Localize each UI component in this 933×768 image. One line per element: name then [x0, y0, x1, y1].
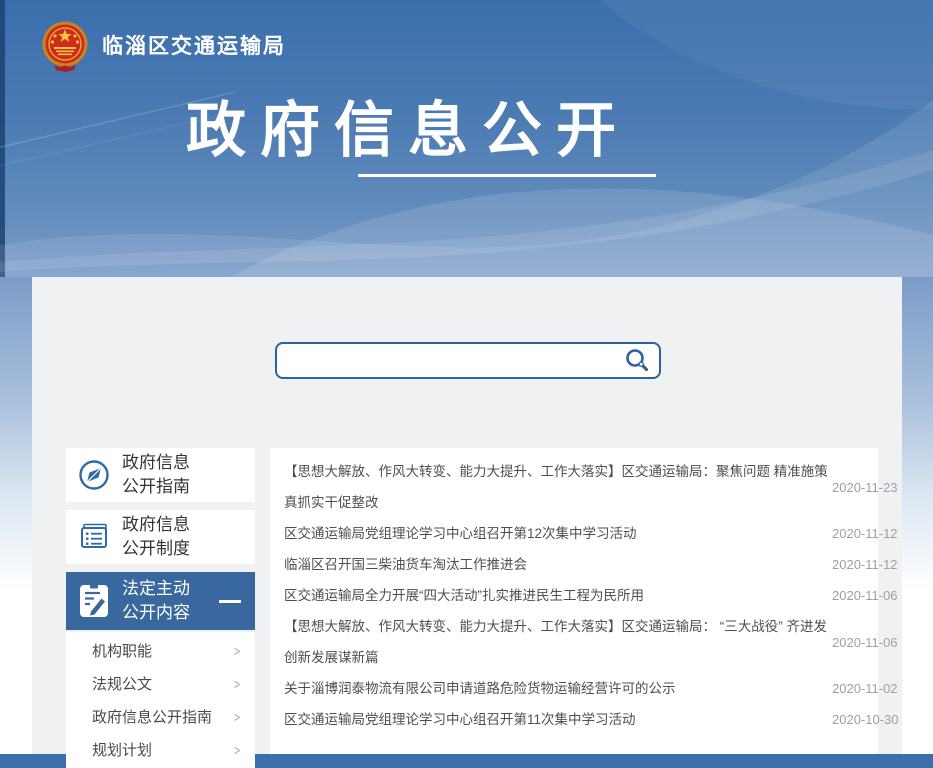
sidebar-sublinks: 机构职能 > 法规公文 > 政府信息公开指南 > 规划计划 > — [66, 632, 255, 768]
agency-name: 临淄区交通运输局 — [102, 30, 286, 60]
news-date: 2020-11-12 — [832, 526, 898, 541]
news-date: 2020-11-06 — [832, 588, 898, 603]
header-left-edge-strip — [0, 0, 5, 277]
sidebar-sublink[interactable]: 规划计划 > — [66, 733, 255, 766]
ledger-icon — [66, 519, 122, 555]
sidebar: 政府信息 公开指南 政府信息 公开制度 — [66, 448, 255, 768]
news-title-link[interactable]: 关于淄博润泰物流有限公司申请道路危险货物运输经营许可的公示 — [284, 673, 832, 704]
sidebar-sublink-label: 法规公文 — [92, 673, 152, 694]
news-date: 2020-11-02 — [832, 681, 898, 696]
chevron-right-icon: > — [234, 676, 240, 692]
sidebar-item-label: 法定主动 公开内容 — [122, 577, 190, 625]
sidebar-sublink[interactable]: 机构职能 > — [66, 634, 255, 667]
content-panel: 政府信息 公开指南 政府信息 公开制度 — [32, 277, 902, 754]
news-list-item[interactable]: 【思想大解放、作风大转变、能力大提升、工作大落实】区交通运输局：聚焦问题 精准施… — [284, 456, 860, 518]
sidebar-item-label: 政府信息 公开指南 — [122, 451, 190, 499]
sidebar-sublink[interactable]: 政府信息公开指南 > — [66, 700, 255, 733]
news-date: 2020-11-23 — [832, 480, 898, 495]
news-list-item[interactable]: 关于淄博润泰物流有限公司申请道路危险货物运输经营许可的公示 2020-11-02 — [284, 673, 860, 704]
news-title-link[interactable]: 【思想大解放、作风大转变、能力大提升、工作大落实】区交通运输局：聚焦问题 精准施… — [284, 456, 832, 518]
news-date: 2020-11-06 — [832, 635, 898, 650]
news-title-link[interactable]: 区交通运输局党组理论学习中心组召开第11次集中学习活动 — [284, 704, 832, 735]
sidebar-sublink-label: 政府信息公开指南 — [92, 706, 212, 727]
title-underline — [358, 174, 656, 177]
news-title-link[interactable]: 区交通运输局党组理论学习中心组召开第12次集中学习活动 — [284, 518, 832, 549]
chevron-right-icon: > — [234, 709, 240, 725]
sidebar-sublink-label: 机构职能 — [92, 640, 152, 661]
sidebar-sublink-label: 规划计划 — [92, 739, 152, 760]
page-title: 政府信息公开 — [186, 82, 630, 169]
news-list-item[interactable]: 区交通运输局党组理论学习中心组召开第11次集中学习活动 2020-10-30 — [284, 704, 860, 735]
news-list-item[interactable]: 【思想大解放、作风大转变、能力大提升、工作大落实】区交通运输局： “三大战役” … — [284, 611, 860, 673]
news-date: 2020-10-30 — [832, 712, 899, 727]
news-list-panel: 【思想大解放、作风大转变、能力大提升、工作大落实】区交通运输局：聚焦问题 精准施… — [270, 448, 878, 754]
sidebar-item-label: 政府信息 公开制度 — [122, 513, 190, 561]
minus-icon — [219, 600, 241, 603]
news-list-item[interactable]: 区交通运输局党组理论学习中心组召开第12次集中学习活动 2020-11-12 — [284, 518, 860, 549]
search-bar — [275, 342, 661, 379]
sidebar-item-open-system[interactable]: 政府信息 公开制度 — [66, 510, 255, 564]
search-input[interactable] — [277, 344, 624, 377]
clipboard-pencil-icon — [66, 582, 122, 620]
sidebar-sublink[interactable]: 法规公文 > — [66, 667, 255, 700]
news-list-item[interactable]: 临淄区召开国三柴油货车淘汰工作推进会 2020-11-12 — [284, 549, 860, 580]
sidebar-item-open-guide[interactable]: 政府信息 公开指南 — [66, 448, 255, 502]
news-title-link[interactable]: 区交通运输局全力开展“四大活动”扎实推进民生工程为民所用 — [284, 580, 832, 611]
search-button[interactable] — [624, 347, 659, 374]
compass-icon — [66, 457, 122, 493]
national-emblem-icon — [40, 20, 90, 74]
news-list-item[interactable]: 区交通运输局全力开展“四大活动”扎实推进民生工程为民所用 2020-11-06 — [284, 580, 860, 611]
news-title-link[interactable]: 临淄区召开国三柴油货车淘汰工作推进会 — [284, 549, 832, 580]
chevron-right-icon: > — [234, 742, 240, 758]
sidebar-item-statutory-disclosure[interactable]: 法定主动 公开内容 — [66, 572, 255, 630]
news-list: 【思想大解放、作风大转变、能力大提升、工作大落实】区交通运输局：聚焦问题 精准施… — [284, 456, 860, 735]
news-title-link[interactable]: 【思想大解放、作风大转变、能力大提升、工作大落实】区交通运输局： “三大战役” … — [284, 611, 832, 673]
chevron-right-icon: > — [234, 643, 240, 659]
news-date: 2020-11-12 — [832, 557, 898, 572]
search-icon — [624, 347, 651, 374]
